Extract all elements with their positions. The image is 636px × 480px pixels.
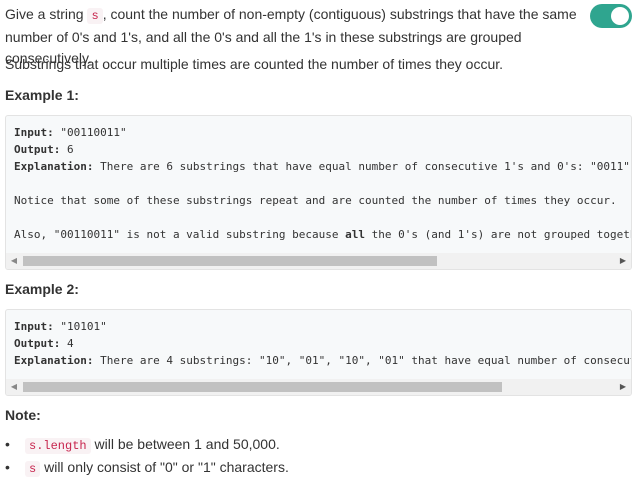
list-item: s will only consist of "0" or "1" charac… <box>5 457 289 480</box>
example-1-explanation-label: Explanation: <box>14 160 94 173</box>
example-2-code-block: Input: "10101" Output: 4 Explanation: Th… <box>5 309 632 396</box>
example-2-output-label: Output: <box>14 337 61 350</box>
inline-code-s: s <box>25 461 41 477</box>
example-2-heading: Example 2: <box>5 281 79 297</box>
example-2-explanation-value: There are 4 substrings: "10", "01", "10"… <box>100 354 631 367</box>
scroll-left-arrow-icon[interactable]: ◀ <box>6 379 22 395</box>
example-2-explanation-label: Explanation: <box>14 354 94 367</box>
example-1-horizontal-scrollbar[interactable]: ◀ ▶ <box>6 253 631 269</box>
multiple-occurrence-note: Substrings that occur multiple times are… <box>5 56 504 72</box>
scroll-right-arrow-icon[interactable]: ▶ <box>615 253 631 269</box>
example-1-explanation-value: There are 6 substrings that have equal n… <box>100 160 632 173</box>
example-1-also-after: the 0's (and 1's) are not grouped togeth… <box>365 228 632 241</box>
inline-code-s: s <box>87 8 103 24</box>
note-list: s.length will be between 1 and 50,000. s… <box>5 434 289 480</box>
scroll-left-arrow-icon[interactable]: ◀ <box>6 253 22 269</box>
example-2-input-value: "10101" <box>53 320 107 333</box>
toggle-knob <box>611 7 629 25</box>
scroll-right-arrow-icon[interactable]: ▶ <box>615 379 631 395</box>
note-item-text: will be between 1 and 50,000. <box>90 436 280 452</box>
example-1-also-bold: all <box>345 228 366 241</box>
example-1-output-label: Output: <box>14 143 61 156</box>
example-1-heading: Example 1: <box>5 87 79 103</box>
example-1-input-label: Input: <box>14 126 54 139</box>
note-heading: Note: <box>5 407 41 423</box>
example-1-input-value: "00110011" <box>53 126 127 139</box>
toggle-switch[interactable] <box>590 4 632 28</box>
example-1-notice-line: Notice that some of these substrings rep… <box>14 194 617 207</box>
example-1-output-value: 6 <box>60 143 74 156</box>
scrollbar-thumb[interactable] <box>23 382 502 392</box>
intro-text-before: Give a string <box>5 6 88 22</box>
example-2-input-label: Input: <box>14 320 54 333</box>
scrollbar-thumb[interactable] <box>23 256 437 266</box>
example-2-output-value: 4 <box>60 337 74 350</box>
example-1-also-before: Also, "00110011" is not a valid substrin… <box>14 228 346 241</box>
note-item-text: will only consist of "0" or "1" characte… <box>40 459 289 475</box>
example-1-code-block: Input: "00110011" Output: 6 Explanation:… <box>5 115 632 270</box>
inline-code-s-length: s.length <box>25 438 91 454</box>
list-item: s.length will be between 1 and 50,000. <box>5 434 289 457</box>
example-2-horizontal-scrollbar[interactable]: ◀ ▶ <box>6 379 631 395</box>
